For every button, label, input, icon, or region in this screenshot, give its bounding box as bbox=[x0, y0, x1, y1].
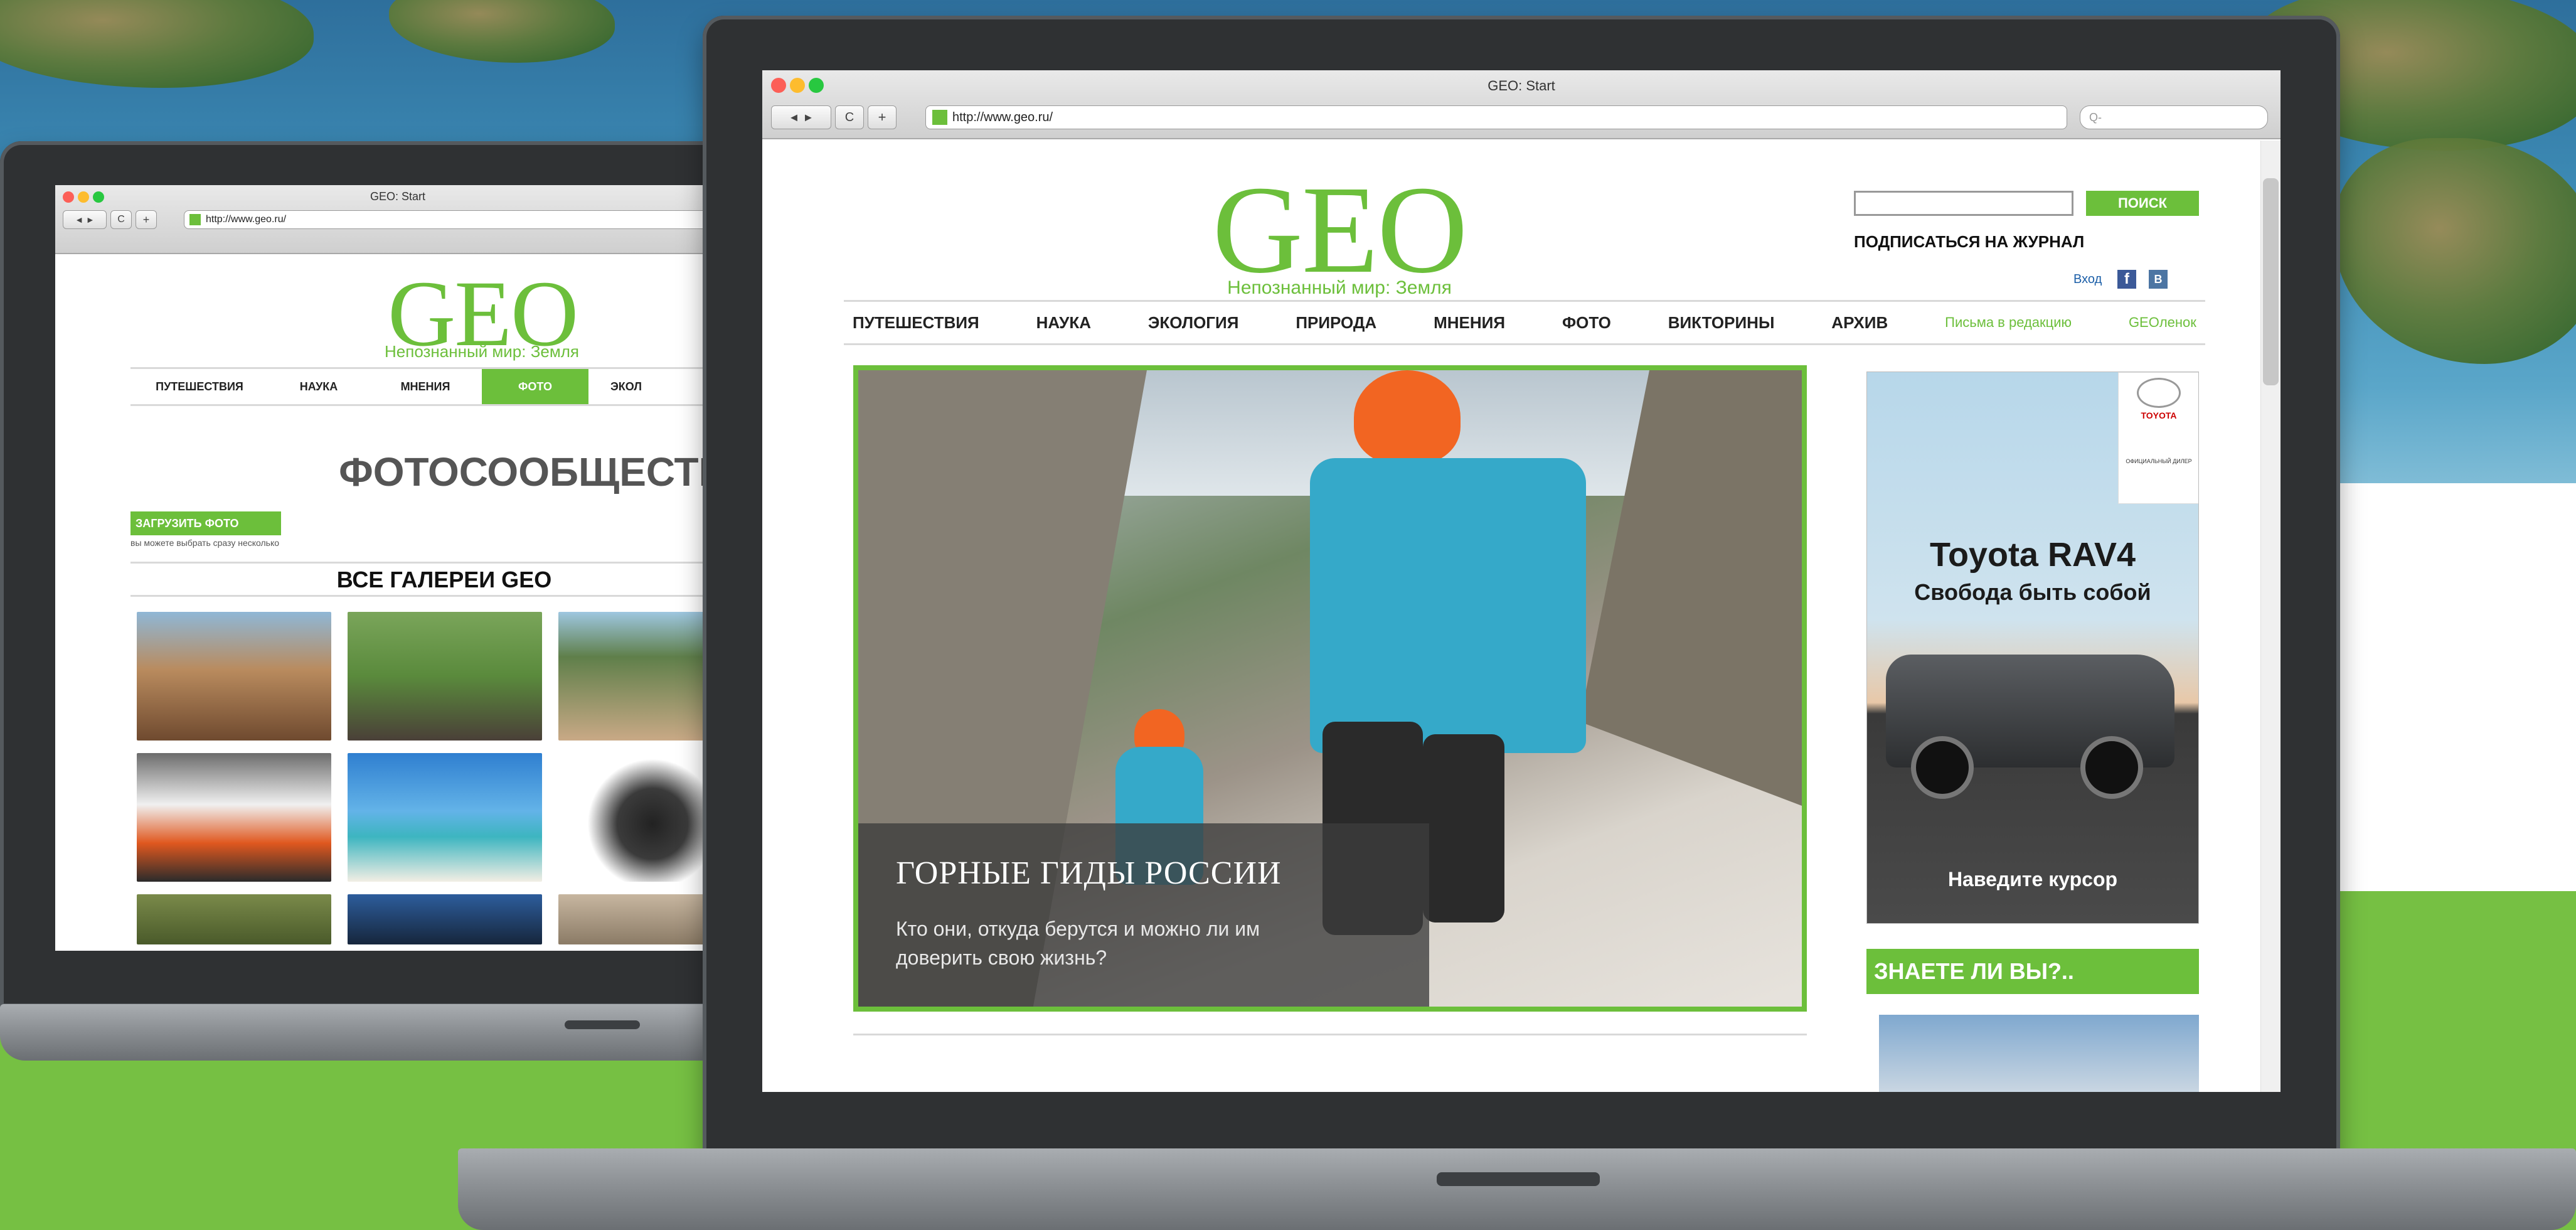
content-divider bbox=[853, 1034, 1807, 1035]
window-title: GEO: Start bbox=[1488, 78, 1555, 94]
gallery-thumbnail[interactable] bbox=[137, 753, 331, 882]
nav-item-opinions[interactable]: МНЕНИЯ bbox=[1434, 313, 1505, 333]
add-tab-button[interactable]: + bbox=[868, 105, 897, 129]
nav-item-geolenok[interactable]: GEOленок bbox=[2129, 314, 2196, 331]
vk-icon[interactable]: B bbox=[2149, 270, 2168, 289]
reload-button[interactable]: C bbox=[835, 105, 864, 129]
back-laptop-base bbox=[0, 1004, 790, 1061]
main-nav: ПУТЕШЕСТВИЯ НАУКА ЭКОЛОГИЯ ПРИРОДА МНЕНИ… bbox=[844, 300, 2205, 345]
gallery-thumbnail[interactable] bbox=[348, 753, 542, 882]
car-wheel bbox=[2080, 736, 2143, 799]
climber-leg bbox=[1423, 734, 1504, 922]
nav-item-ecology[interactable]: ЭКОЛОГИЯ bbox=[1148, 313, 1239, 333]
front-laptop-base bbox=[458, 1148, 2576, 1230]
gallery-thumbnail[interactable] bbox=[137, 612, 331, 741]
climber-helmet bbox=[1354, 370, 1461, 464]
hero-subtitle: Кто они, откуда берутся и можно ли им до… bbox=[896, 917, 1260, 969]
search-button[interactable]: ПОИСК bbox=[2086, 191, 2199, 216]
map-landmass bbox=[0, 0, 314, 88]
browser-search-field[interactable]: Q- bbox=[2080, 105, 2268, 129]
nav-item-archive[interactable]: АРХИВ bbox=[1831, 313, 1888, 333]
login-label[interactable]: Вход bbox=[2073, 272, 2102, 287]
gallery-thumbnail[interactable] bbox=[137, 894, 331, 944]
site-search-input[interactable] bbox=[1854, 191, 2073, 216]
nav-item-travel[interactable]: ПУТЕШЕСТВИЯ bbox=[853, 313, 979, 333]
reload-button[interactable]: C bbox=[110, 210, 132, 229]
main-nav: ПУТЕШЕСТВИЯ НАУКА МНЕНИЯ ФОТО ЭКОЛ bbox=[130, 367, 740, 406]
ad-slogan: Свобода быть собой bbox=[1914, 579, 2151, 605]
favicon-icon bbox=[932, 110, 947, 125]
map-landmass bbox=[389, 0, 615, 63]
page-scrollbar[interactable] bbox=[2260, 141, 2281, 1092]
hero-headline[interactable]: ГОРНЫЕ ГИДЫ РОССИИ bbox=[896, 855, 1392, 892]
nav-item-opinions[interactable]: МНЕНИЯ bbox=[369, 380, 482, 393]
add-tab-button[interactable]: + bbox=[136, 210, 157, 229]
nav-item-photo[interactable]: ФОТО bbox=[482, 369, 588, 404]
nav-item-ecology[interactable]: ЭКОЛ bbox=[588, 380, 664, 393]
front-laptop-screen: GEO: Start ◄ ► C + http://www.geo.ru/ Q-… bbox=[762, 70, 2281, 1092]
subscribe-link[interactable]: ПОДПИСАТЬСЯ НА ЖУРНАЛ bbox=[1854, 232, 2084, 252]
gallery-thumbnail[interactable] bbox=[348, 612, 542, 741]
browser-chrome: GEO: Start ◄ ► C + http://www.geo.ru/ Q- bbox=[762, 70, 2281, 139]
ad-title: Toyota RAV4 bbox=[1929, 536, 2136, 574]
nav-item-science[interactable]: НАУКА bbox=[1036, 313, 1091, 333]
hero-feature[interactable]: ГОРНЫЕ ГИДЫ РОССИИ Кто они, откуда берут… bbox=[853, 365, 1807, 1012]
url-text: http://www.geo.ru/ bbox=[952, 110, 1053, 124]
galleries-heading: ВСЕ ГАЛЕРЕИ GEO bbox=[130, 562, 740, 597]
window-title: GEO: Start bbox=[370, 190, 426, 203]
hero-caption: ГОРНЫЕ ГИДЫ РОССИИ Кто они, откуда берут… bbox=[858, 823, 1429, 1007]
back-forward-button[interactable]: ◄ ► bbox=[771, 105, 831, 129]
browser-chrome: GEO: Start ◄ ► C + http://www.geo.ru/ bbox=[55, 185, 740, 254]
nav-buttons: ◄ ► C + bbox=[63, 210, 157, 229]
map-landmass bbox=[2334, 138, 2576, 364]
back-forward-button[interactable]: ◄ ► bbox=[63, 210, 107, 229]
nav-item-science[interactable]: НАУКА bbox=[269, 380, 369, 393]
back-laptop-notch bbox=[565, 1020, 640, 1029]
url-text: http://www.geo.ru/ bbox=[206, 214, 287, 225]
nav-item-quizzes[interactable]: ВИКТОРИНЫ bbox=[1668, 313, 1775, 333]
nav-item-photo[interactable]: ФОТО bbox=[1562, 313, 1611, 333]
toyota-logo-icon bbox=[2137, 378, 2181, 408]
toyota-brand-name: TOYOTA bbox=[2141, 410, 2177, 420]
nav-item-travel[interactable]: ПУТЕШЕСТВИЯ bbox=[130, 380, 269, 393]
climber bbox=[1310, 458, 1586, 753]
nav-item-letters[interactable]: Письма в редакцию bbox=[1945, 314, 2072, 331]
did-you-know-image[interactable] bbox=[1879, 1015, 2199, 1092]
upload-hint: вы можете выбрать сразу несколько bbox=[130, 538, 280, 548]
favicon-icon bbox=[189, 214, 201, 225]
page-heading: ФОТОСООБЩЕСТВО bbox=[339, 449, 740, 495]
toyota-advertisement[interactable]: TOYOTA ОФИЦИАЛЬНЫЙ ДИЛЕР Toyota RAV4 Сво… bbox=[1866, 372, 2199, 924]
gallery-thumbnail[interactable] bbox=[348, 894, 542, 944]
url-bar[interactable]: http://www.geo.ru/ bbox=[184, 210, 736, 229]
back-laptop-screen: GEO: Start ◄ ► C + http://www.geo.ru/ GE… bbox=[55, 185, 740, 951]
site-tagline: Непознанный мир: Земля bbox=[1227, 277, 1452, 298]
upload-photo-button[interactable]: ЗАГРУЗИТЬ ФОТО bbox=[130, 511, 281, 535]
toyota-dealer-text: ОФИЦИАЛЬНЫЙ ДИЛЕР bbox=[2126, 458, 2192, 464]
url-bar[interactable]: http://www.geo.ru/ bbox=[925, 105, 2067, 129]
scrollbar-thumb[interactable] bbox=[2263, 178, 2279, 385]
nav-item-nature[interactable]: ПРИРОДА bbox=[1296, 313, 1376, 333]
front-laptop-notch bbox=[1437, 1172, 1600, 1186]
site-tagline: Непознанный мир: Земля bbox=[385, 342, 579, 361]
did-you-know-heading[interactable]: ЗНАЕТЕ ЛИ ВЫ?.. bbox=[1866, 949, 2199, 994]
toyota-brand-box: TOYOTA ОФИЦИАЛЬНЫЙ ДИЛЕР bbox=[2118, 372, 2198, 504]
ad-cta[interactable]: Наведите курсор bbox=[1867, 868, 2198, 891]
site-logo[interactable]: GEO bbox=[1201, 168, 1477, 293]
nav-buttons: ◄ ► C + bbox=[771, 105, 897, 129]
facebook-icon[interactable]: f bbox=[2117, 270, 2136, 289]
car-wheel bbox=[1911, 736, 1974, 799]
